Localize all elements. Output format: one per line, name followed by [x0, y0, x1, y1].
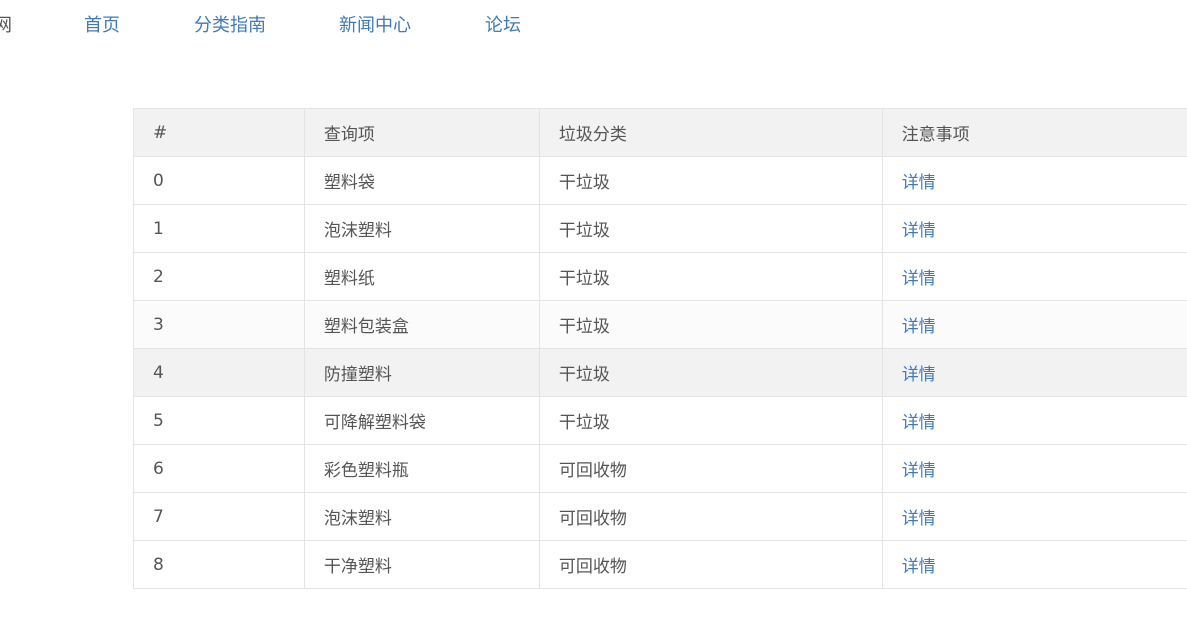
table-row: 2 塑料纸 干垃圾 详情: [133, 252, 1187, 301]
row-item: 可降解塑料袋: [303, 396, 540, 445]
nav-link-home[interactable]: 首页: [84, 13, 120, 39]
nav-link-forum[interactable]: 论坛: [485, 13, 521, 39]
table-row: 8 干净塑料 可回收物 详情: [133, 540, 1187, 589]
details-link[interactable]: 详情: [902, 173, 936, 193]
row-item: 彩色塑料瓶: [303, 444, 540, 493]
page: 网 首页 分类指南 新闻中心 论坛 # 查询项 垃圾分类 注意事项 0 塑料袋 …: [0, 0, 1187, 625]
header-query-item: 查询项: [303, 108, 540, 157]
row-index: 8: [133, 540, 305, 589]
row-item: 泡沫塑料: [303, 492, 540, 541]
row-item: 防撞塑料: [303, 348, 540, 397]
row-category: 可回收物: [538, 444, 883, 493]
header-category: 垃圾分类: [538, 108, 883, 157]
table-header-row: # 查询项 垃圾分类 注意事项: [133, 108, 1187, 157]
row-item: 塑料袋: [303, 156, 540, 205]
row-note-cell: 详情: [881, 252, 1187, 301]
row-category: 干垃圾: [538, 252, 883, 301]
details-link[interactable]: 详情: [902, 221, 936, 241]
row-note-cell: 详情: [881, 348, 1187, 397]
row-index: 5: [133, 396, 305, 445]
table-row: 4 防撞塑料 干垃圾 详情: [133, 348, 1187, 397]
row-index: 7: [133, 492, 305, 541]
row-category: 干垃圾: [538, 156, 883, 205]
results-table: # 查询项 垃圾分类 注意事项 0 塑料袋 干垃圾 详情 1 泡沫塑料 干垃圾 …: [133, 108, 1187, 589]
nav-link-guide[interactable]: 分类指南: [194, 13, 266, 39]
details-link[interactable]: 详情: [902, 413, 936, 433]
row-index: 3: [133, 300, 305, 349]
table-row: 7 泡沫塑料 可回收物 详情: [133, 492, 1187, 541]
row-note-cell: 详情: [881, 204, 1187, 253]
row-note-cell: 详情: [881, 156, 1187, 205]
row-index: 1: [133, 204, 305, 253]
table-row: 3 塑料包装盒 干垃圾 详情: [133, 300, 1187, 349]
row-category: 可回收物: [538, 540, 883, 589]
row-category: 干垃圾: [538, 348, 883, 397]
row-item: 塑料纸: [303, 252, 540, 301]
details-link[interactable]: 详情: [902, 365, 936, 385]
details-link[interactable]: 详情: [902, 557, 936, 577]
details-link[interactable]: 详情: [902, 461, 936, 481]
table-row: 6 彩色塑料瓶 可回收物 详情: [133, 444, 1187, 493]
table-row: 0 塑料袋 干垃圾 详情: [133, 156, 1187, 205]
row-category: 可回收物: [538, 492, 883, 541]
header-notes: 注意事项: [881, 108, 1187, 157]
details-link[interactable]: 详情: [902, 509, 936, 529]
table-header: # 查询项 垃圾分类 注意事项: [133, 108, 1187, 157]
row-index: 4: [133, 348, 305, 397]
row-category: 干垃圾: [538, 204, 883, 253]
row-item: 干净塑料: [303, 540, 540, 589]
table-body: 0 塑料袋 干垃圾 详情 1 泡沫塑料 干垃圾 详情 2 塑料纸 干垃圾 详情 …: [133, 156, 1187, 589]
row-note-cell: 详情: [881, 300, 1187, 349]
row-index: 6: [133, 444, 305, 493]
table-row: 5 可降解塑料袋 干垃圾 详情: [133, 396, 1187, 445]
details-link[interactable]: 详情: [902, 269, 936, 289]
site-brand[interactable]: 网: [0, 13, 12, 39]
row-item: 塑料包装盒: [303, 300, 540, 349]
row-category: 干垃圾: [538, 300, 883, 349]
row-item: 泡沫塑料: [303, 204, 540, 253]
row-index: 2: [133, 252, 305, 301]
nav-link-news[interactable]: 新闻中心: [339, 13, 411, 39]
header-index: #: [133, 108, 305, 157]
table-row: 1 泡沫塑料 干垃圾 详情: [133, 204, 1187, 253]
row-note-cell: 详情: [881, 492, 1187, 541]
row-index: 0: [133, 156, 305, 205]
row-note-cell: 详情: [881, 444, 1187, 493]
row-note-cell: 详情: [881, 396, 1187, 445]
row-category: 干垃圾: [538, 396, 883, 445]
details-link[interactable]: 详情: [902, 317, 936, 337]
row-note-cell: 详情: [881, 540, 1187, 589]
